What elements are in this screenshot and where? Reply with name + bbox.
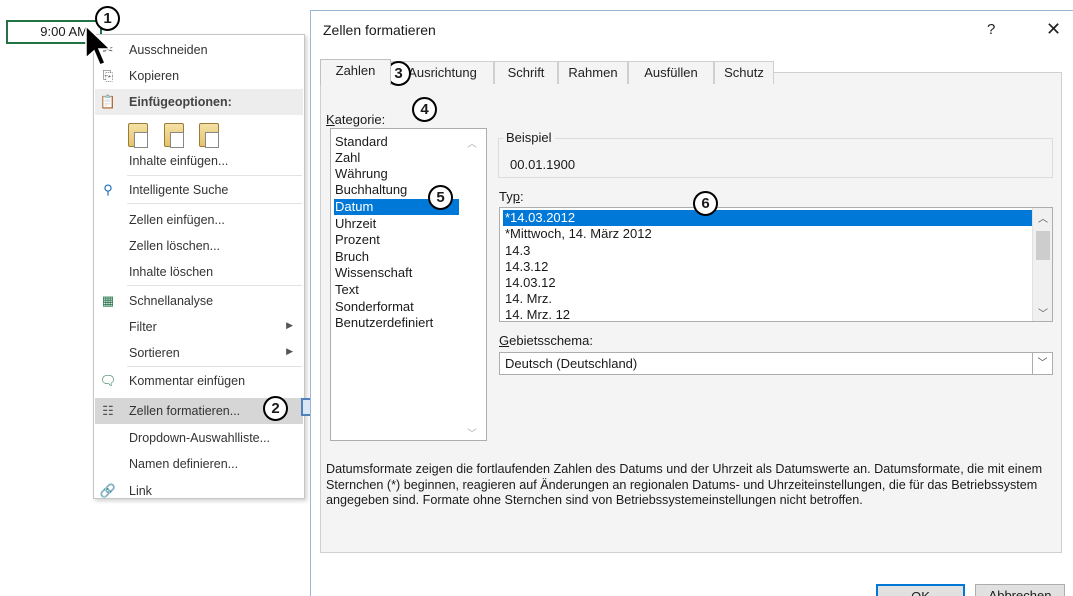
list-item[interactable]: Sonderformat — [334, 299, 414, 315]
kategorie-list[interactable]: Standard Zahl Währung Buchhaltung Datum … — [330, 128, 487, 441]
tab-schrift[interactable]: Schrift — [494, 61, 558, 84]
scroll-down-icon[interactable]: ﹀ — [467, 425, 477, 440]
list-item[interactable]: Benutzerdefiniert — [334, 315, 433, 331]
paste-picture-icon[interactable] — [199, 123, 220, 148]
list-item[interactable]: Standard — [334, 134, 388, 150]
menu-item-paste-special[interactable]: Inhalte einfügen... — [95, 148, 303, 174]
callout-4: 4 — [412, 97, 437, 122]
scrollbar-thumb[interactable] — [1036, 231, 1050, 260]
paste-icon[interactable] — [128, 123, 148, 148]
menu-item-clear-contents[interactable]: Inhalte löschen — [95, 259, 303, 285]
menu-item-link[interactable]: 🔗 Link — [95, 478, 303, 504]
menu-separator — [127, 175, 302, 176]
typ-label: Typ: — [499, 189, 524, 204]
submenu-arrow-icon: ▶ — [286, 346, 293, 356]
scroll-up-icon[interactable]: ︿ — [467, 135, 477, 150]
gebietsschema-label: Gebietsschema: — [499, 333, 593, 348]
paste-formulas-icon[interactable] — [163, 123, 184, 148]
ok-button[interactable]: OK — [876, 584, 965, 596]
list-item[interactable]: Wissenschaft — [334, 265, 412, 281]
tab-ausfuellen[interactable]: Ausfüllen — [628, 61, 714, 84]
menu-item-delete-cells[interactable]: Zellen löschen... — [95, 233, 303, 259]
menu-separator — [127, 285, 302, 286]
format-cells-dialog: Zellen formatieren ? ✕ Zahlen Ausrichtun… — [310, 10, 1073, 596]
typ-scrollbar[interactable]: ︿ ﹀ — [1032, 208, 1052, 321]
chevron-up-icon[interactable]: ︿ — [1038, 210, 1048, 225]
tab-zahlen[interactable]: Zahlen — [320, 59, 391, 85]
cancel-button[interactable]: Abbrechen — [975, 584, 1065, 596]
gebietsschema-select[interactable]: Deutsch (Deutschland) ﹀ — [499, 352, 1053, 375]
typ-list[interactable]: *14.03.2012 *Mittwoch, 14. März 2012 14.… — [499, 207, 1053, 322]
help-button[interactable]: ? — [987, 21, 995, 38]
list-item[interactable]: 14.03.12 — [503, 275, 1033, 291]
menu-item-sort[interactable]: Sortieren ▶ — [95, 340, 303, 366]
list-item[interactable]: 14. Mrz. — [503, 291, 1033, 307]
callout-6: 6 — [693, 191, 718, 216]
menu-separator — [127, 203, 302, 204]
paste-icon: 📋 — [99, 94, 117, 109]
list-item[interactable]: 14.3 — [503, 243, 1033, 259]
comment-icon: 🗨 — [99, 373, 117, 388]
submenu-arrow-icon: ▶ — [286, 320, 293, 330]
list-item[interactable]: Bruch — [334, 249, 369, 265]
copy-icon: ⎘ — [102, 68, 114, 83]
callout-2: 2 — [263, 396, 288, 421]
menu-header-paste-options: 📋 Einfügeoptionen: — [95, 89, 303, 115]
menu-item-quick-analysis[interactable]: ▦ Schnellanalyse — [95, 288, 303, 314]
list-item[interactable]: Text — [334, 282, 359, 298]
close-button[interactable]: ✕ — [1046, 19, 1061, 40]
menu-separator — [127, 366, 302, 367]
menu-item-smart-lookup[interactable]: ⚲ Intelligente Suche — [95, 177, 303, 203]
beispiel-label: Beispiel — [503, 130, 555, 145]
menu-item-filter[interactable]: Filter ▶ — [95, 314, 303, 340]
list-item[interactable]: Zahl — [334, 150, 360, 166]
menu-item-insert-cells[interactable]: Zellen einfügen... — [95, 207, 303, 233]
beispiel-value: 00.01.1900 — [510, 157, 576, 172]
dialog-title: Zellen formatieren — [323, 22, 436, 38]
beispiel-group — [498, 138, 1053, 178]
chevron-down-icon[interactable]: ﹀ — [1038, 305, 1048, 320]
callout-5: 5 — [428, 185, 453, 210]
list-item[interactable]: Prozent — [334, 232, 380, 248]
format-description: Datumsformate zeigen die fortlaufenden Z… — [326, 462, 1043, 507]
menu-item-dropdown-list[interactable]: Dropdown-Auswahlliste... — [95, 425, 303, 451]
search-icon: ⚲ — [103, 182, 113, 197]
tab-rahmen[interactable]: Rahmen — [558, 61, 628, 84]
quick-analysis-icon: ▦ — [101, 293, 115, 308]
callout-1: 1 — [95, 6, 120, 31]
list-item[interactable]: *Mittwoch, 14. März 2012 — [503, 226, 1033, 242]
list-item[interactable]: 14.3.12 — [503, 259, 1033, 275]
paste-options-row — [128, 123, 231, 151]
menu-item-copy[interactable]: ⎘ Kopieren — [95, 63, 303, 89]
list-item[interactable]: Uhrzeit — [334, 216, 376, 232]
list-item[interactable]: Buchhaltung — [334, 182, 407, 198]
menu-item-cut[interactable]: ✂ Ausschneiden — [95, 37, 303, 63]
context-menu: ✂ Ausschneiden ⎘ Kopieren 📋 Einfügeoptio… — [93, 34, 305, 499]
list-item[interactable]: 14. Mrz. 12 — [503, 307, 1033, 321]
list-item[interactable]: Währung — [334, 166, 388, 182]
menu-item-define-name[interactable]: Namen definieren... — [95, 451, 303, 477]
menu-item-insert-comment[interactable]: 🗨 Kommentar einfügen — [95, 368, 303, 394]
list-item-selected[interactable]: *14.03.2012 — [503, 210, 1033, 226]
tab-schutz[interactable]: Schutz — [714, 61, 774, 84]
kategorie-label: Kategorie: — [326, 112, 386, 127]
format-cells-icon: ☷ — [102, 403, 114, 418]
chevron-down-icon[interactable]: ﹀ — [1032, 353, 1052, 374]
link-icon: 🔗 — [99, 483, 117, 498]
